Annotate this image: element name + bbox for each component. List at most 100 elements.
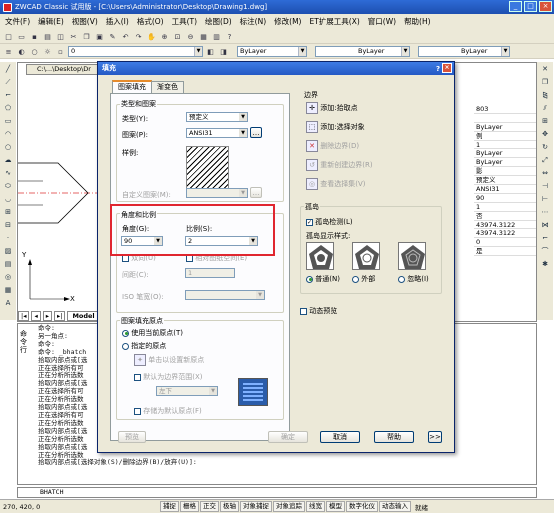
- dialog-help-icon[interactable]: ?: [436, 63, 440, 76]
- zoom-window-icon[interactable]: ⊡: [172, 31, 183, 42]
- recreate-boundary-button[interactable]: ↺ 重新创建边界(R): [306, 159, 373, 171]
- offset-icon[interactable]: ⫽: [540, 103, 551, 114]
- spline-icon[interactable]: ∿: [3, 168, 14, 179]
- prop-value[interactable]: 1: [474, 203, 536, 212]
- layer-prev-icon[interactable]: ◨: [218, 46, 229, 57]
- stretch-icon[interactable]: ⇔: [540, 168, 551, 179]
- make-block-icon[interactable]: ⊟: [3, 220, 14, 231]
- type-select[interactable]: 预定义 ▼: [186, 112, 248, 122]
- linetype-combo[interactable]: ByLayer ▼: [315, 45, 410, 57]
- menu-help[interactable]: 帮助(H): [403, 16, 432, 27]
- circle-icon[interactable]: ○: [3, 142, 14, 153]
- specified-origin-radio[interactable]: 指定的原点: [122, 341, 166, 351]
- line-icon[interactable]: ╱: [3, 64, 14, 75]
- lock-icon[interactable]: ▫: [55, 46, 66, 57]
- ortho-toggle[interactable]: 正交: [200, 501, 219, 512]
- menu-et-tools[interactable]: ET扩展工具(X): [308, 16, 360, 27]
- layer-manager-icon[interactable]: ≡: [3, 46, 14, 57]
- cloud-icon[interactable]: ☁: [3, 155, 14, 166]
- copy-icon[interactable]: ❐: [81, 31, 92, 42]
- tab-gradient[interactable]: 渐变色: [151, 81, 184, 93]
- island-normal-radio[interactable]: 普通(N): [306, 274, 340, 284]
- help-icon[interactable]: ?: [224, 31, 235, 42]
- prop-value[interactable]: [474, 114, 536, 123]
- digitizer-toggle[interactable]: 数字化仪: [346, 501, 378, 512]
- point-icon[interactable]: ·: [3, 233, 14, 244]
- click-set-origin-button[interactable]: ✦ 单击以设置新原点: [134, 354, 204, 366]
- remove-boundaries-button[interactable]: ✕ 删除边界(D): [306, 140, 359, 152]
- hatch-icon[interactable]: ▨: [3, 246, 14, 257]
- menu-insert[interactable]: 插入(I): [105, 16, 130, 27]
- erase-icon[interactable]: ✕: [540, 64, 551, 75]
- preview-button[interactable]: 预览: [118, 431, 146, 443]
- menu-modify[interactable]: 修改(M): [273, 16, 302, 27]
- island-ignore-radio[interactable]: 忽略(I): [398, 274, 429, 284]
- menu-draw[interactable]: 绘图(D): [204, 16, 233, 27]
- layer-state-icon[interactable]: ◐: [16, 46, 27, 57]
- prop-value[interactable]: 43974.3122: [474, 221, 536, 230]
- paste-icon[interactable]: ▣: [94, 31, 105, 42]
- maximize-button[interactable]: □: [524, 1, 537, 12]
- tab-hatch[interactable]: 图案填充: [112, 80, 152, 93]
- pattern-select[interactable]: ANSI31 ▼: [186, 128, 248, 138]
- prop-value[interactable]: ANSI31: [474, 185, 536, 194]
- menu-tools[interactable]: 工具(T): [171, 16, 198, 27]
- prop-value[interactable]: 0: [474, 238, 536, 248]
- text-icon[interactable]: A: [3, 298, 14, 309]
- prop-value[interactable]: 803: [474, 105, 536, 114]
- snap-toggle[interactable]: 捕捉: [160, 501, 179, 512]
- polar-toggle[interactable]: 极轴: [220, 501, 239, 512]
- ellipse-icon[interactable]: ⬭: [3, 181, 14, 192]
- scale-icon[interactable]: ⤢: [540, 155, 551, 166]
- island-normal-preview[interactable]: [306, 242, 334, 270]
- gradient-icon[interactable]: ▤: [3, 259, 14, 270]
- join-icon[interactable]: ⋈: [540, 220, 551, 231]
- dynamic-preview-checkbox[interactable]: 动态预览: [300, 306, 337, 316]
- array-icon[interactable]: ⊞: [540, 116, 551, 127]
- chamfer-icon[interactable]: ⌐: [540, 233, 551, 244]
- sun-icon[interactable]: ☼: [42, 46, 53, 57]
- prop-value[interactable]: 90: [474, 194, 536, 203]
- make-current-icon[interactable]: ◧: [205, 46, 216, 57]
- pattern-browse-button[interactable]: …: [250, 127, 262, 138]
- menu-file[interactable]: 文件(F): [4, 16, 31, 27]
- menu-view[interactable]: 视图(V): [71, 16, 99, 27]
- preview-icon[interactable]: ◫: [55, 31, 66, 42]
- print-icon[interactable]: ▤: [42, 31, 53, 42]
- layer-combo[interactable]: 0 ▼: [68, 45, 203, 57]
- cut-icon[interactable]: ✂: [68, 31, 79, 42]
- prop-value[interactable]: 是: [474, 247, 536, 257]
- nav-first-icon[interactable]: |◂: [18, 311, 30, 321]
- iso-pen-select[interactable]: ▼: [185, 290, 265, 300]
- use-current-origin-radio[interactable]: 使用当前原点(T): [122, 328, 183, 338]
- otrack-toggle[interactable]: 对象追踪: [273, 501, 305, 512]
- menu-edit[interactable]: 编辑(E): [37, 16, 65, 27]
- view-selections-button[interactable]: ◎ 查看选择集(V): [306, 178, 366, 190]
- help-button[interactable]: 帮助: [374, 431, 414, 443]
- osnap-toggle[interactable]: 对象捕捉: [240, 501, 272, 512]
- arc-icon[interactable]: ◠: [3, 129, 14, 140]
- table-icon[interactable]: ▦: [3, 285, 14, 296]
- zoom-icon[interactable]: ⊕: [159, 31, 170, 42]
- explode-icon[interactable]: ✱: [540, 259, 551, 270]
- document-tab[interactable]: C:\...\Desktop\Dr: [26, 64, 106, 75]
- island-detection-checkbox[interactable]: ✓ 孤岛检测(L): [306, 217, 353, 227]
- store-default-origin-checkbox[interactable]: 存储为默认原点(F): [134, 406, 202, 416]
- close-button[interactable]: ×: [539, 1, 552, 12]
- custom-browse-button[interactable]: …: [250, 187, 262, 198]
- prop-value[interactable]: 否: [474, 212, 536, 221]
- copy-obj-icon[interactable]: ❐: [540, 77, 551, 88]
- pattern-swatch[interactable]: [186, 146, 229, 189]
- more-options-button[interactable]: >>: [428, 431, 442, 443]
- mirror-icon[interactable]: ⧎: [540, 90, 551, 101]
- nav-last-icon[interactable]: ▸|: [53, 311, 66, 321]
- spacing-input[interactable]: 1: [185, 268, 235, 278]
- extent-position-select[interactable]: 左下 ▼: [156, 386, 218, 396]
- menu-dimension[interactable]: 标注(N): [239, 16, 267, 27]
- undo-icon[interactable]: ↶: [120, 31, 131, 42]
- island-outer-preview[interactable]: [352, 242, 380, 270]
- design-center-icon[interactable]: ▥: [211, 31, 222, 42]
- island-ignore-preview[interactable]: [398, 242, 426, 270]
- lineweight-combo[interactable]: ByLayer ▼: [418, 45, 510, 57]
- prop-value[interactable]: 1: [474, 141, 536, 150]
